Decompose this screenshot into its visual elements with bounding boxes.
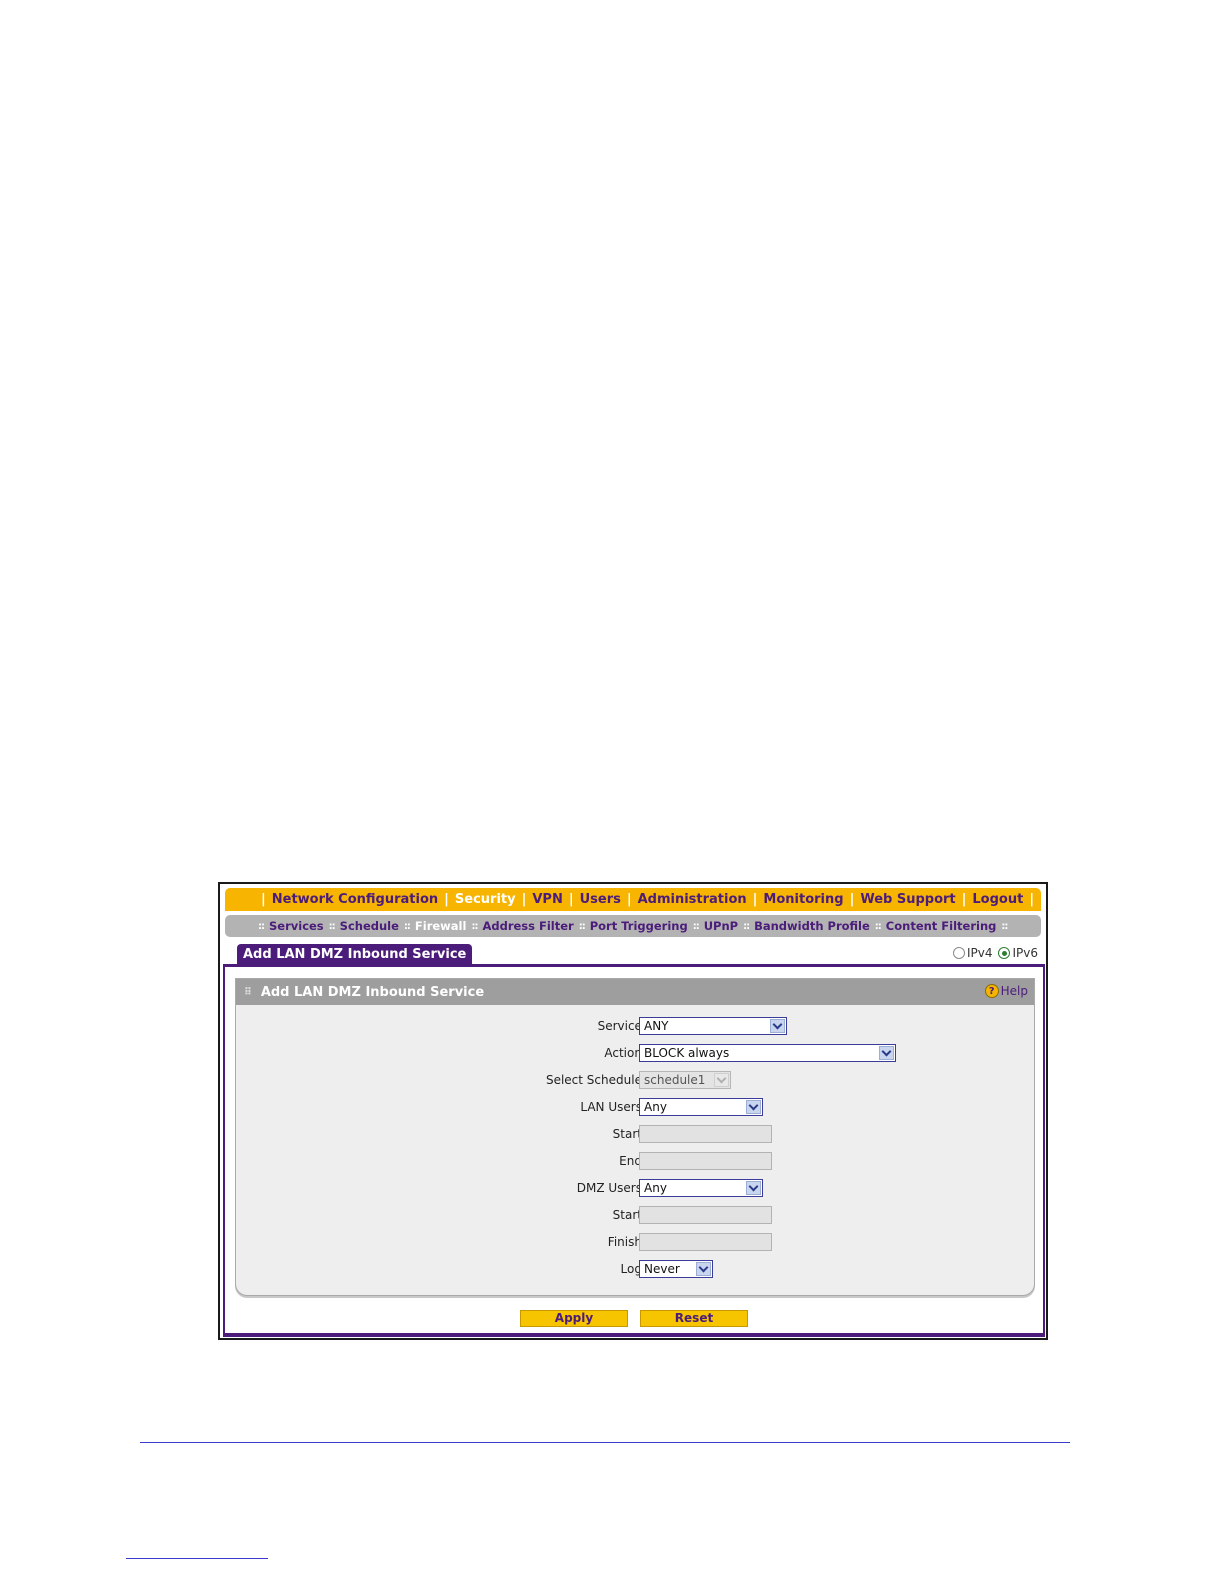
nav-web-support[interactable]: Web Support <box>860 892 955 907</box>
panel-header: ⠿ Add LAN DMZ Inbound Service ? Help <box>236 979 1034 1005</box>
ipv4-label: IPv4 <box>966 946 993 960</box>
reset-button[interactable]: Reset <box>640 1310 748 1327</box>
ipv6-label: IPv6 <box>1012 946 1038 960</box>
row-action: Action: BLOCK always <box>236 1044 1034 1064</box>
nav-network-configuration[interactable]: Network Configuration <box>272 892 438 907</box>
lan-users-select[interactable]: Any <box>639 1098 763 1116</box>
page-footer-rule <box>140 1442 1070 1443</box>
dmz-users-select[interactable]: Any <box>639 1179 763 1197</box>
nav-administration[interactable]: Administration <box>638 892 747 907</box>
ipv6-radio[interactable] <box>998 947 1011 959</box>
lan-start-input[interactable] <box>639 1125 772 1143</box>
row-lan-end: End: <box>236 1152 1034 1172</box>
router-admin-screenshot: | Network Configuration | Security | VPN… <box>218 882 1048 1340</box>
chevron-down-icon <box>746 1100 761 1114</box>
tab-add-lan-dmz-inbound-service[interactable]: Add LAN DMZ Inbound Service <box>237 944 473 965</box>
lan-end-input[interactable] <box>639 1152 772 1170</box>
row-service: Service: ANY <box>236 1017 1034 1037</box>
help-link[interactable]: ? Help <box>984 984 1028 998</box>
nav-monitoring[interactable]: Monitoring <box>763 892 843 907</box>
top-navigation: | Network Configuration | Security | VPN… <box>225 888 1041 911</box>
schedule-select[interactable]: schedule1 <box>639 1071 731 1089</box>
grip-icon: ⠿ <box>244 986 252 998</box>
tab-underline <box>223 964 1045 967</box>
subnav-content-filtering[interactable]: Content Filtering <box>886 919 997 933</box>
row-dmz-start: Start: <box>236 1206 1034 1226</box>
row-lan-start: Start: <box>236 1125 1034 1145</box>
help-icon: ? <box>984 984 999 998</box>
schedule-label: Select Schedule: <box>545 1073 646 1087</box>
chevron-down-icon <box>770 1019 785 1033</box>
subnav-upnp[interactable]: UPnP <box>704 919 738 933</box>
action-select[interactable]: BLOCK always <box>639 1044 896 1062</box>
service-select[interactable]: ANY <box>639 1017 787 1035</box>
service-form-panel: ⠿ Add LAN DMZ Inbound Service ? Help Ser… <box>235 978 1035 1296</box>
chevron-down-icon <box>696 1262 711 1276</box>
subnav-bandwidth-profile[interactable]: Bandwidth Profile <box>754 919 870 933</box>
chevron-down-icon <box>879 1046 894 1060</box>
lan-users-label: LAN Users: <box>580 1100 646 1114</box>
apply-button[interactable]: Apply <box>520 1310 628 1327</box>
dmz-start-input[interactable] <box>639 1206 772 1224</box>
row-dmz-users: DMZ Users: Any <box>236 1179 1034 1199</box>
ip-version-selector: IPv4 IPv6 <box>949 946 1038 960</box>
footer-link-underline <box>126 1558 268 1559</box>
help-label: Help <box>1000 984 1028 998</box>
nav-vpn[interactable]: VPN <box>532 892 562 907</box>
chevron-down-icon <box>746 1181 761 1195</box>
row-lan-users: LAN Users: Any <box>236 1098 1034 1118</box>
row-log: Log: Never <box>236 1260 1034 1280</box>
ipv4-radio[interactable] <box>952 947 965 959</box>
subnav-firewall[interactable]: Firewall <box>415 919 467 933</box>
log-select[interactable]: Never <box>639 1260 713 1278</box>
dmz-finish-input[interactable] <box>639 1233 772 1251</box>
row-schedule: Select Schedule: schedule1 <box>236 1071 1034 1091</box>
subnav-services[interactable]: Services <box>269 919 324 933</box>
chevron-down-icon <box>714 1073 729 1087</box>
subnav-port-triggering[interactable]: Port Triggering <box>590 919 688 933</box>
dmz-users-label: DMZ Users: <box>576 1181 646 1195</box>
subnav-schedule[interactable]: Schedule <box>340 919 399 933</box>
panel-title: Add LAN DMZ Inbound Service <box>260 984 485 1000</box>
nav-logout[interactable]: Logout <box>972 892 1023 907</box>
subnav-address-filter[interactable]: Address Filter <box>482 919 573 933</box>
sub-navigation: :: Services :: Schedule :: Firewall :: A… <box>225 915 1041 937</box>
nav-users[interactable]: Users <box>580 892 621 907</box>
nav-security[interactable]: Security <box>455 892 516 907</box>
row-dmz-finish: Finish: <box>236 1233 1034 1253</box>
